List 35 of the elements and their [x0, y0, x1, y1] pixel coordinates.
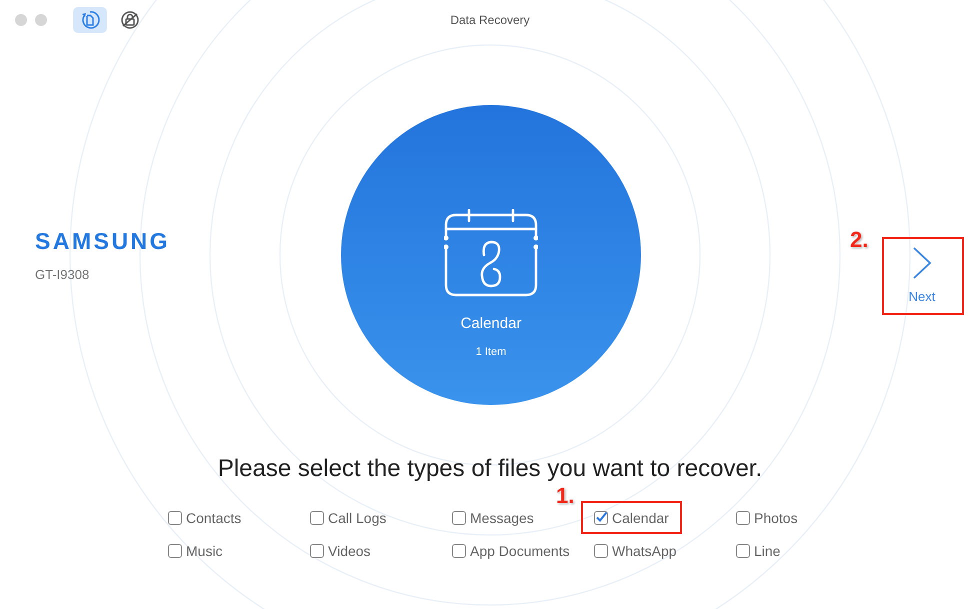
checkbox[interactable] [168, 544, 182, 558]
checkbox[interactable] [452, 510, 466, 524]
preview-title: Calendar [460, 315, 522, 332]
checkbox[interactable] [452, 544, 466, 558]
document-refresh-icon [80, 10, 100, 30]
checkbox[interactable] [736, 544, 750, 558]
checkbox-label[interactable]: Call Logs [328, 510, 386, 526]
checkbox[interactable] [310, 544, 324, 558]
checkbox-label[interactable]: Music [186, 542, 223, 558]
window-title: Data Recovery [450, 13, 530, 27]
checkbox-label[interactable]: Photos [754, 510, 798, 526]
checkbox[interactable] [736, 510, 750, 524]
checkbox-label[interactable]: App Documents [470, 542, 570, 558]
lock-refresh-icon [120, 10, 140, 30]
instruction-text: Please select the types of files you want to recover. [216, 455, 764, 483]
checkbox[interactable] [594, 510, 608, 524]
callout-number: 2. [850, 227, 868, 253]
checkbox-label[interactable]: WhatsApp [612, 542, 677, 558]
chevron-right-icon [912, 247, 932, 279]
device-model: GT-I9308 [35, 267, 90, 282]
checkbox-label[interactable]: Contacts [186, 510, 242, 526]
checkmark-icon [595, 510, 608, 522]
checkbox-label[interactable]: Calendar [612, 510, 669, 526]
callout-number: 1. [556, 483, 574, 509]
checkbox[interactable] [594, 544, 608, 558]
checkbox[interactable] [168, 510, 182, 524]
next-button[interactable]: Next [884, 240, 960, 313]
toolbar-button[interactable] [73, 7, 107, 33]
checkbox[interactable] [310, 510, 324, 524]
checkbox-label[interactable]: Videos [328, 542, 371, 558]
calendar-icon [444, 209, 538, 297]
checkbox-label[interactable]: Line [754, 542, 780, 558]
item-count: 1 Item [476, 346, 506, 358]
brand-logo: SAMSUNG [35, 228, 170, 255]
checkbox-label[interactable]: Messages [470, 510, 534, 526]
